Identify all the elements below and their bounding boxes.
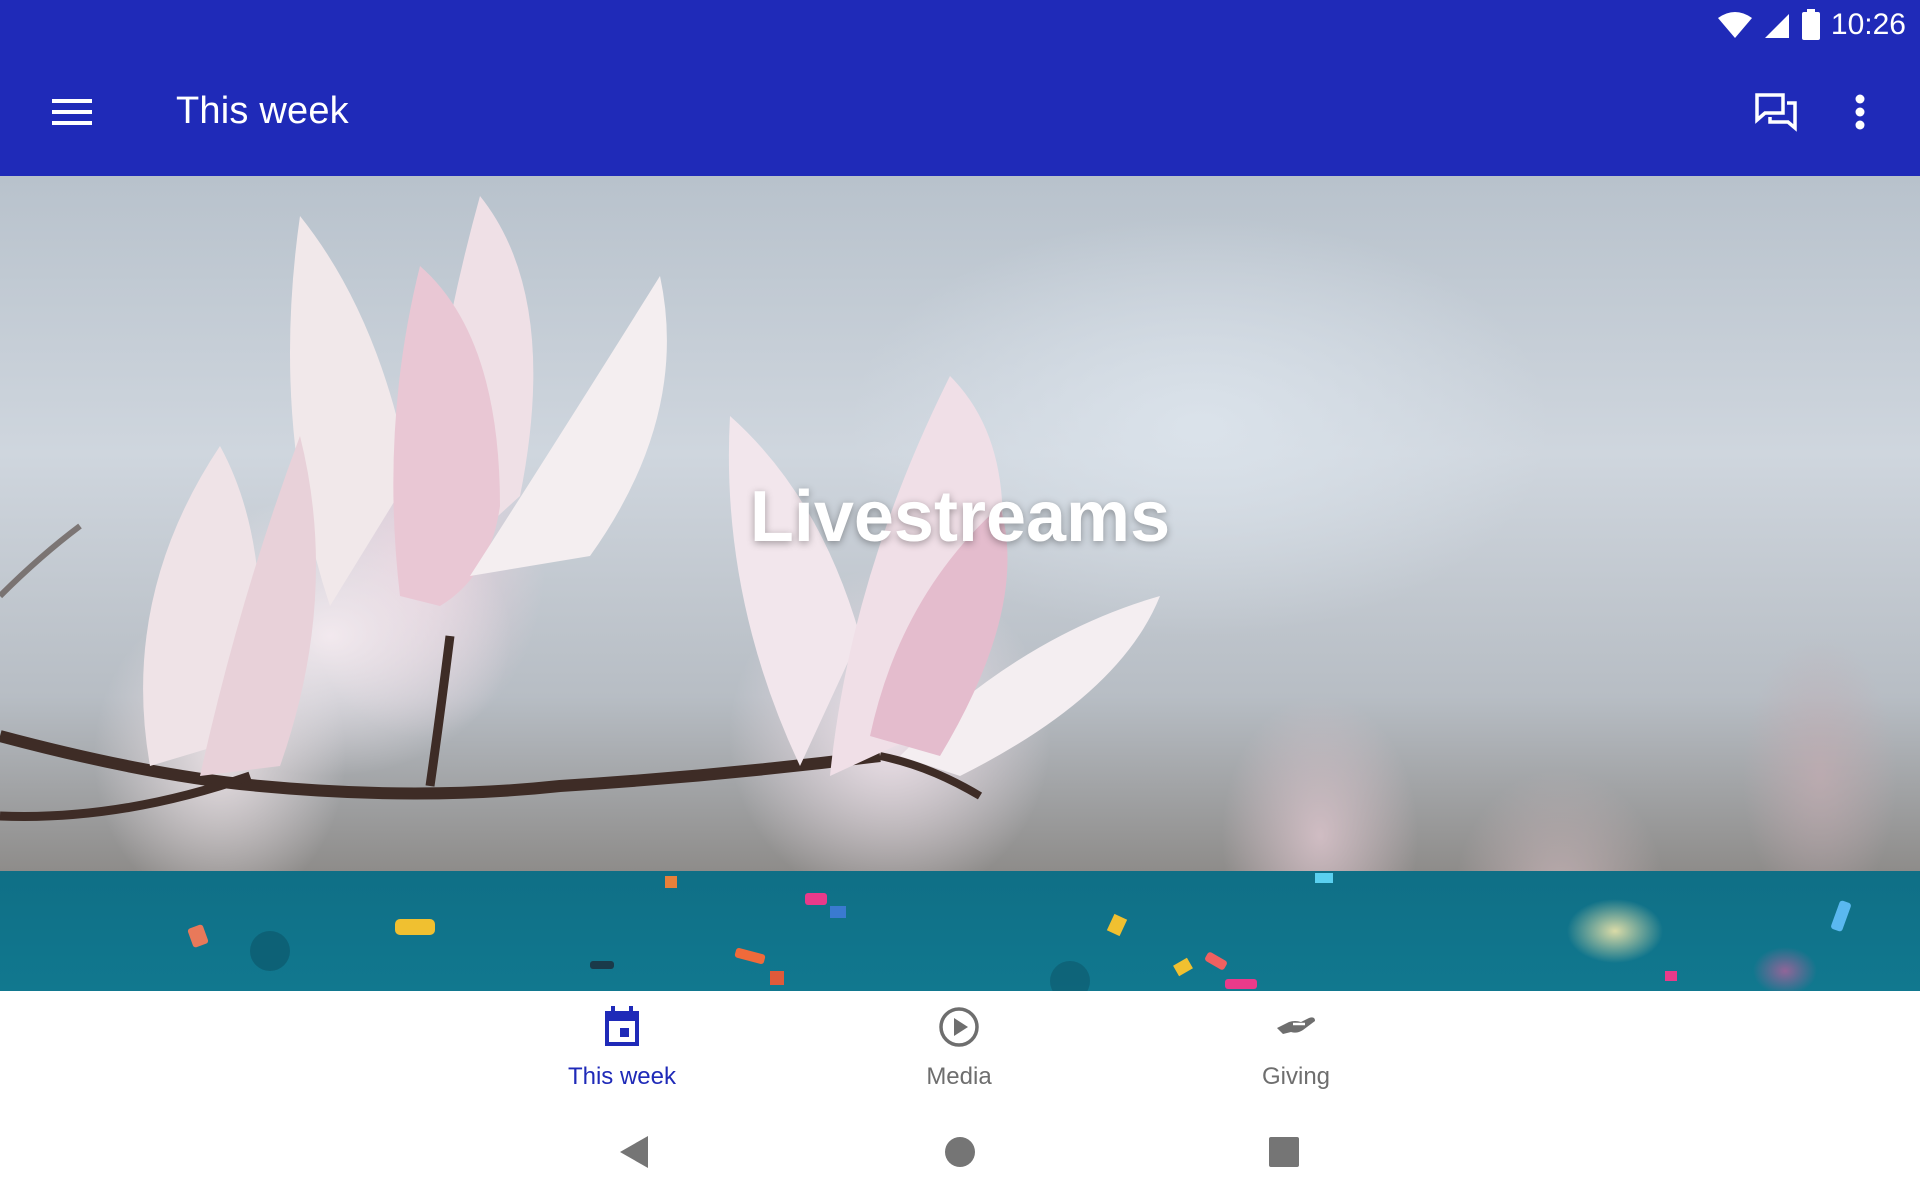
nav-label: Giving (1261, 1063, 1331, 1090)
app-root: 10:26 This week Livestreams This week Me… (0, 0, 1920, 1200)
bottom-navigation: This week Media Giving (0, 991, 1920, 1106)
giving-hand-icon (1275, 1006, 1317, 1053)
back-button[interactable] (598, 1118, 670, 1190)
cell-signal-icon (1763, 10, 1791, 40)
nav-label: Media (926, 1063, 992, 1090)
nav-item-this-week[interactable]: This week (522, 991, 722, 1106)
chat-button[interactable] (1740, 78, 1812, 150)
menu-button[interactable] (36, 78, 108, 150)
play-circle-icon (938, 1006, 980, 1053)
card-title: Livestreams (749, 477, 1171, 557)
more-options-button[interactable] (1824, 78, 1896, 150)
calendar-icon (603, 1006, 641, 1053)
top-app-bar: 10:26 This week (0, 0, 1920, 176)
back-icon (618, 1134, 650, 1175)
status-bar: 10:26 (1717, 0, 1906, 50)
recents-button[interactable] (1248, 1118, 1320, 1190)
chat-icon (1754, 92, 1798, 137)
nav-item-media[interactable]: Media (859, 991, 1059, 1106)
home-button[interactable] (924, 1118, 996, 1190)
more-vert-icon (1854, 94, 1866, 135)
confetti-image (187, 873, 1851, 991)
system-navigation-bar (0, 1106, 1920, 1200)
home-icon (944, 1136, 976, 1173)
status-time: 10:26 (1830, 8, 1906, 41)
livestreams-card[interactable]: Livestreams (0, 176, 1920, 871)
page-title: This week (176, 90, 349, 132)
battery-icon (1801, 9, 1821, 41)
menu-icon (52, 97, 92, 132)
wifi-icon (1717, 10, 1753, 40)
nav-label: This week (567, 1063, 677, 1090)
recents-icon (1269, 1136, 1299, 1172)
confetti-card[interactable] (0, 871, 1920, 991)
nav-item-giving[interactable]: Giving (1196, 991, 1396, 1106)
